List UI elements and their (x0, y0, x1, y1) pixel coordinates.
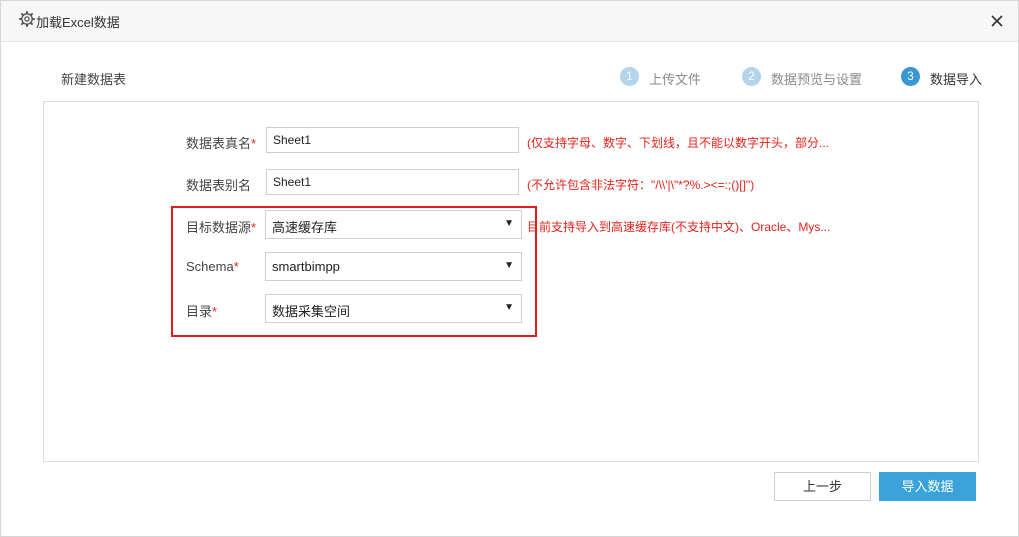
real-name-label: 数据表真名* (186, 133, 256, 152)
real-name-hint: (仅支持字母、数字、下划线，且不能以数字开头，部分... (527, 136, 830, 150)
section-title: 新建数据表 (61, 72, 127, 87)
real-name-label-text: 数据表真名 (186, 136, 252, 151)
step-number: 2 (742, 67, 761, 86)
step-number: 3 (901, 67, 920, 86)
settings-gear-icon (19, 11, 35, 27)
step-label: 数据预览与设置 (771, 72, 863, 87)
close-icon[interactable] (987, 11, 1007, 31)
real-name-input[interactable] (266, 127, 519, 153)
step-number: 1 (620, 67, 639, 86)
step-label: 上传文件 (649, 72, 702, 87)
alias-label: 数据表别名 (186, 175, 251, 194)
load-excel-dialog: 加载Excel数据 新建数据表 1 上传文件 2 数据预览与设置 3 数据导入 … (0, 0, 1019, 537)
highlight-box (171, 206, 537, 337)
required-mark: * (251, 136, 257, 151)
alias-input[interactable] (266, 169, 519, 195)
step-label: 数据导入 (930, 72, 983, 87)
datasource-hint: 目前支持导入到高速缓存库(不支持中文)、Oracle、Mys... (527, 220, 831, 234)
import-data-button[interactable]: 导入数据 (879, 472, 976, 501)
prev-step-button[interactable]: 上一步 (774, 472, 871, 501)
alias-hint: (不允许包含非法字符："/\\'|\"*?%.><=:;()[]") (527, 178, 755, 192)
alias-label-text: 数据表别名 (186, 178, 252, 193)
dialog-title: 加载Excel数据 (36, 15, 120, 30)
dialog-titlebar: 加载Excel数据 (1, 1, 1018, 42)
